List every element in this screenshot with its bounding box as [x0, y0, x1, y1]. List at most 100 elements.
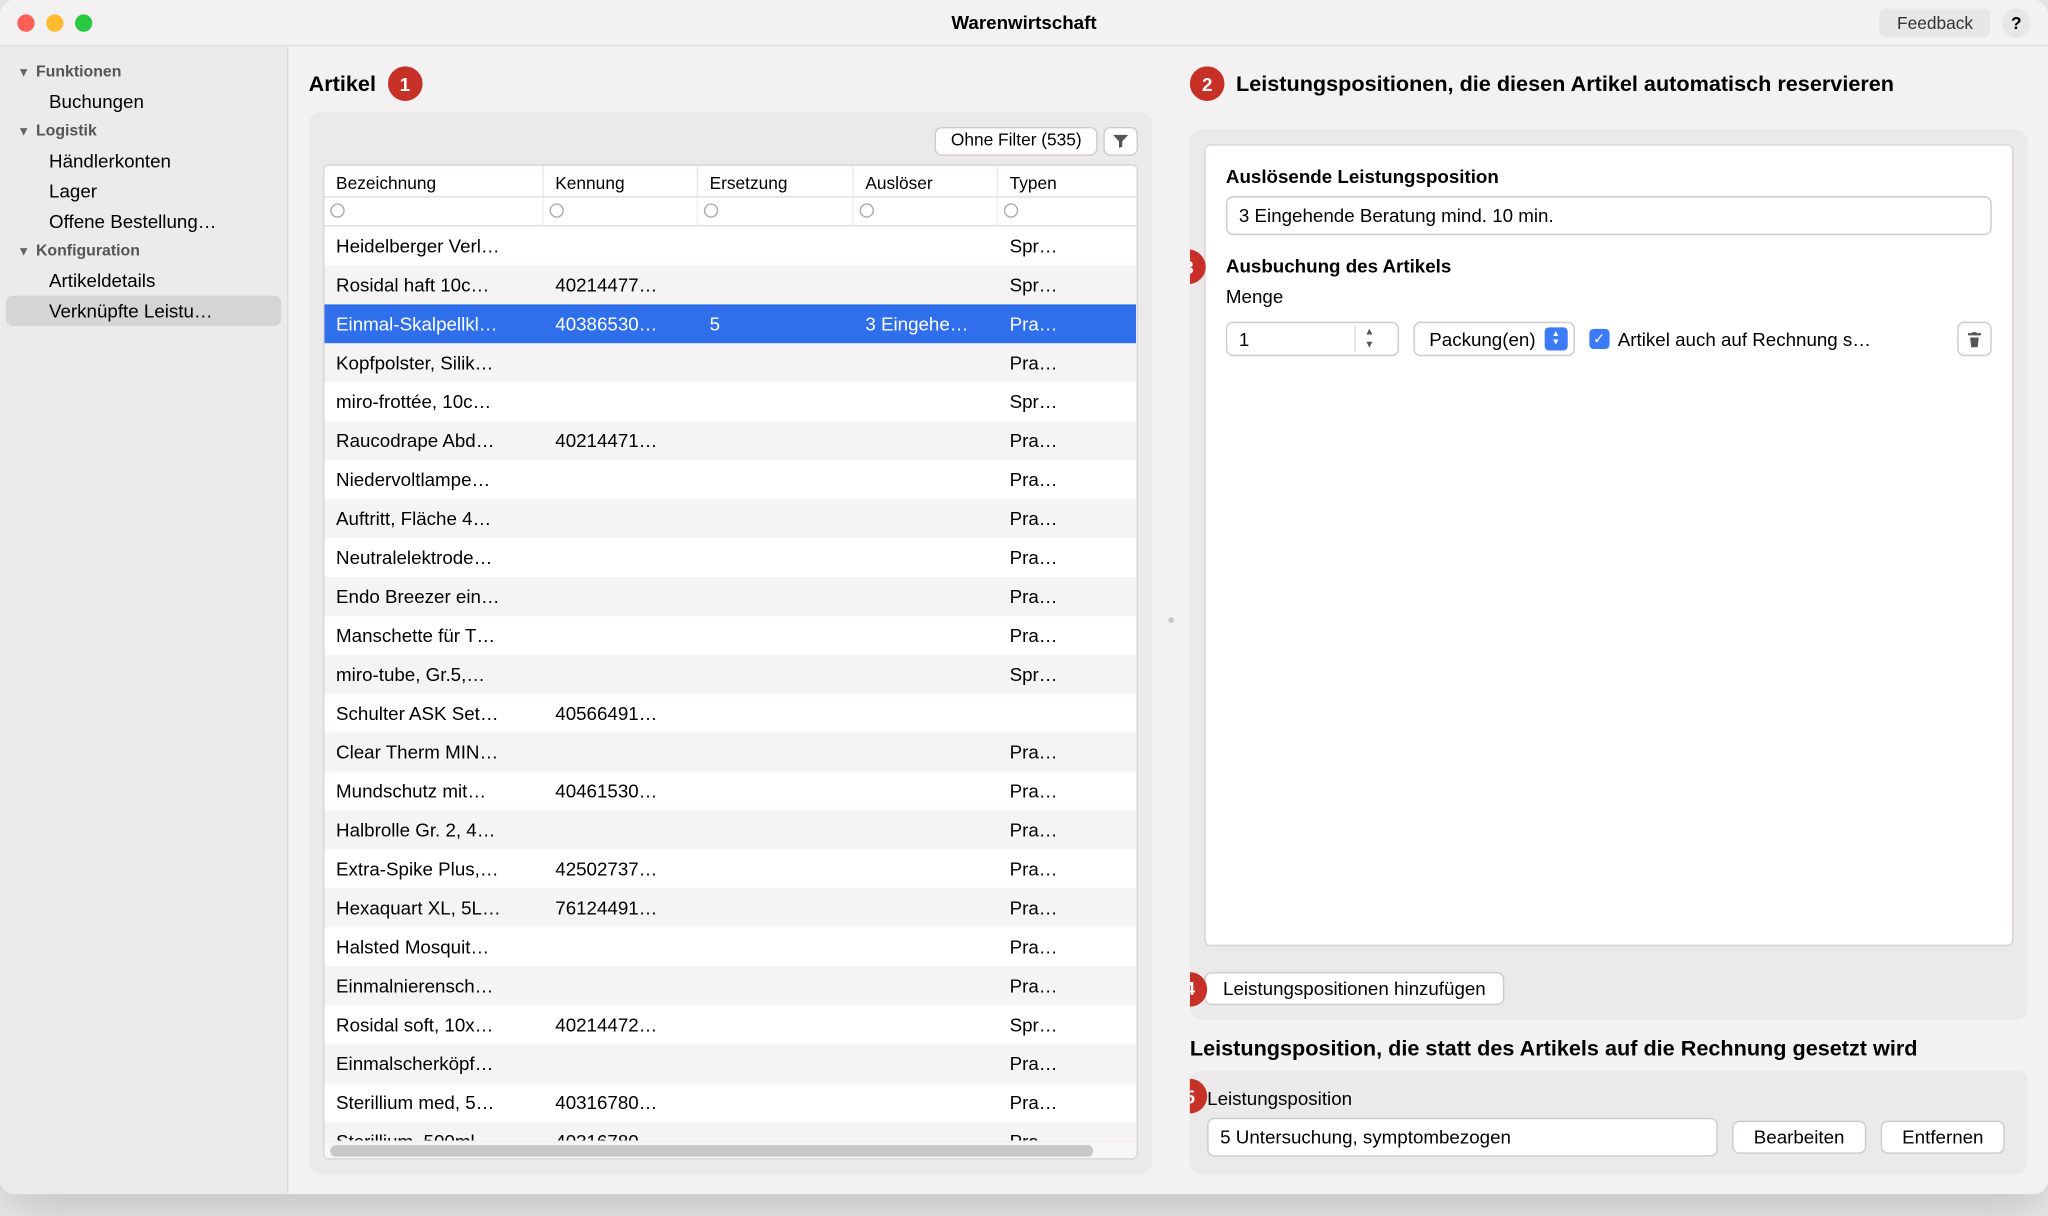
table-row[interactable]: Auftritt, Fläche 4…Pra…	[325, 499, 1137, 538]
rechnung-checkbox[interactable]: ✓	[1589, 329, 1609, 349]
cell-typ: Spr…	[998, 1014, 1077, 1036]
sidebar-group-funktionen[interactable]: ▼ Funktionen	[6, 58, 281, 87]
sidebar-item-verknuepfte-leistungen[interactable]: Verknüpfte Leistu…	[6, 296, 281, 326]
table-row[interactable]: Heidelberger Verl…Spr…	[325, 226, 1137, 265]
table-row[interactable]: Mundschutz mit…40461530…Pra…	[325, 772, 1137, 811]
cell-typ: Pra…	[998, 1053, 1077, 1075]
dropdown-arrows-icon: ▲▼	[1544, 327, 1567, 350]
cell-bez: Manschette für T…	[325, 624, 544, 646]
table-row[interactable]: Einmalnierensch…Pra…	[325, 966, 1137, 1005]
leistungspositionen-title: Leistungspositionen, die diesen Artikel …	[1236, 71, 1894, 96]
trash-icon	[1966, 330, 1983, 349]
sidebar-item-buchungen[interactable]: Buchungen	[6, 87, 281, 117]
sidebar: ▼ Funktionen Buchungen ▼ Logistik Händle…	[0, 46, 288, 1194]
table-row[interactable]: Raucodrape Abd…40214471…Pra…	[325, 421, 1137, 460]
col-ersetzung[interactable]: Ersetzung	[698, 166, 854, 196]
table-row[interactable]: Extra-Spike Plus,…42502737…Pra…	[325, 849, 1137, 888]
sidebar-item-offene-bestellung[interactable]: Offene Bestellung…	[6, 206, 281, 236]
table-row[interactable]: Einmalscherköpf… Pra…	[325, 1044, 1137, 1083]
table-row[interactable]: Endo Breezer ein…Pra…	[325, 577, 1137, 616]
rechnung-checkbox-label: Artikel auch auf Rechnung s…	[1618, 328, 1871, 350]
cell-bez: Sterillium med, 5…	[325, 1092, 544, 1114]
cell-bez: Einmalnierensch…	[325, 975, 544, 997]
pane-divider[interactable]	[1167, 66, 1176, 1174]
table-row[interactable]: Kopfpolster, Silik…Pra…	[325, 343, 1137, 382]
cell-typ: Pra…	[998, 858, 1077, 880]
cell-bez: Schulter ASK Set…	[325, 702, 544, 724]
sidebar-item-lager[interactable]: Lager	[6, 176, 281, 206]
table-row[interactable]: Clear Therm MIN…Pra…	[325, 733, 1137, 772]
filter-radio[interactable]	[549, 203, 563, 217]
step-badge-1: 1	[388, 66, 423, 101]
feedback-button[interactable]: Feedback	[1880, 8, 1991, 37]
step-badge-5: 5	[1190, 1079, 1207, 1114]
cell-bez: Einmalscherköpf…	[325, 1053, 544, 1075]
sidebar-item-haendlerkonten[interactable]: Händlerkonten	[6, 146, 281, 176]
filter-button[interactable]	[1103, 127, 1138, 156]
window-minimize[interactable]	[46, 14, 63, 31]
window-title: Warenwirtschaft	[0, 12, 2048, 34]
filter-radio[interactable]	[1004, 203, 1018, 217]
cell-typ: Pra…	[998, 741, 1077, 763]
remove-button[interactable]: Entfernen	[1881, 1121, 2006, 1154]
table-row[interactable]: Halbrolle Gr. 2, 4…Pra…	[325, 811, 1137, 850]
table-row[interactable]: Sterillium, 500ml…40316780…Pra…	[325, 1122, 1137, 1141]
cell-ken: 76124491…	[544, 897, 698, 919]
cell-bez: miro-frottée, 10c…	[325, 391, 544, 413]
col-kennung[interactable]: Kennung	[544, 166, 698, 196]
menge-stepper[interactable]: ▲▼	[1226, 322, 1399, 357]
filter-radio[interactable]	[330, 203, 344, 217]
chevron-down-icon: ▼	[17, 124, 30, 138]
cell-typ: Pra…	[998, 508, 1077, 530]
cell-typ: Pra…	[998, 352, 1077, 374]
ausloesende-input[interactable]	[1226, 196, 1992, 235]
cell-typ: Spr…	[998, 274, 1077, 296]
cell-bez: Halbrolle Gr. 2, 4…	[325, 819, 544, 841]
table-row[interactable]: Niedervoltlampe…Pra…	[325, 460, 1137, 499]
col-bezeichnung[interactable]: Bezeichnung	[325, 166, 544, 196]
col-typen[interactable]: Typen	[998, 166, 1077, 196]
window-close[interactable]	[17, 14, 34, 31]
menge-input[interactable]	[1227, 328, 1354, 350]
artikel-table: Bezeichnung Kennung Ersetzung Auslöser T…	[323, 164, 1138, 1159]
cell-ken: 40214477…	[544, 274, 698, 296]
table-row[interactable]: Schulter ASK Set…40566491…	[325, 694, 1137, 733]
table-row[interactable]: Manschette für T…Pra…	[325, 616, 1137, 655]
sidebar-item-artikeldetails[interactable]: Artikeldetails	[6, 265, 281, 295]
col-ausloeser[interactable]: Auslöser	[854, 166, 998, 196]
leistungsposition-input[interactable]	[1207, 1118, 1718, 1157]
unit-dropdown[interactable]: Packung(en) ▲▼	[1413, 322, 1574, 357]
delete-button[interactable]	[1957, 322, 1992, 357]
cell-ken: 40566491…	[544, 702, 698, 724]
filter-radio[interactable]	[860, 203, 874, 217]
horizontal-scrollbar[interactable]	[325, 1141, 1137, 1158]
table-row[interactable]: Neutralelektrode…Pra…	[325, 538, 1137, 577]
filter-radio[interactable]	[704, 203, 718, 217]
cell-typ: Pra…	[998, 1092, 1077, 1114]
table-row[interactable]: Einmal-Skalpellkl…40386530…53 Eingehe…Pr…	[325, 304, 1137, 343]
step-badge-2: 2	[1190, 66, 1225, 101]
cell-typ: Pra…	[998, 780, 1077, 802]
table-row[interactable]: Halsted Mosquit…Pra…	[325, 927, 1137, 966]
window-maximize[interactable]	[75, 14, 92, 31]
stepper-arrows-icon[interactable]: ▲▼	[1354, 326, 1383, 352]
add-leistungsposition-button[interactable]: Leistungspositionen hinzufügen	[1204, 972, 1504, 1005]
table-row[interactable]: Rosidal soft, 10x…40214472…Spr…	[325, 1005, 1137, 1044]
edit-button[interactable]: Bearbeiten	[1732, 1121, 1866, 1154]
cell-bez: Endo Breezer ein…	[325, 586, 544, 608]
sidebar-group-label: Konfiguration	[36, 242, 140, 259]
table-row[interactable]: miro-frottée, 10c…Spr…	[325, 382, 1137, 421]
ausloesende-label: Auslösende Leistungsposition	[1226, 166, 1992, 188]
cell-typ: Pra…	[998, 897, 1077, 919]
table-row[interactable]: Sterillium med, 5…40316780…Pra…	[325, 1083, 1137, 1122]
ausbuchung-label: Ausbuchung des Artikels	[1226, 255, 1992, 277]
table-row[interactable]: miro-tube, Gr.5,…Spr…	[325, 655, 1137, 694]
table-row[interactable]: Hexaquart XL, 5L…76124491…Pra…	[325, 888, 1137, 927]
sidebar-group-konfiguration[interactable]: ▼ Konfiguration	[6, 237, 281, 266]
filter-chip[interactable]: Ohne Filter (535)	[935, 127, 1098, 156]
table-row[interactable]: Rosidal haft 10c…40214477…Spr…	[325, 265, 1137, 304]
cell-typ: Spr…	[998, 235, 1077, 257]
sidebar-group-logistik[interactable]: ▼ Logistik	[6, 117, 281, 146]
cell-ken: 40214472…	[544, 1014, 698, 1036]
help-button[interactable]: ?	[2002, 8, 2031, 37]
